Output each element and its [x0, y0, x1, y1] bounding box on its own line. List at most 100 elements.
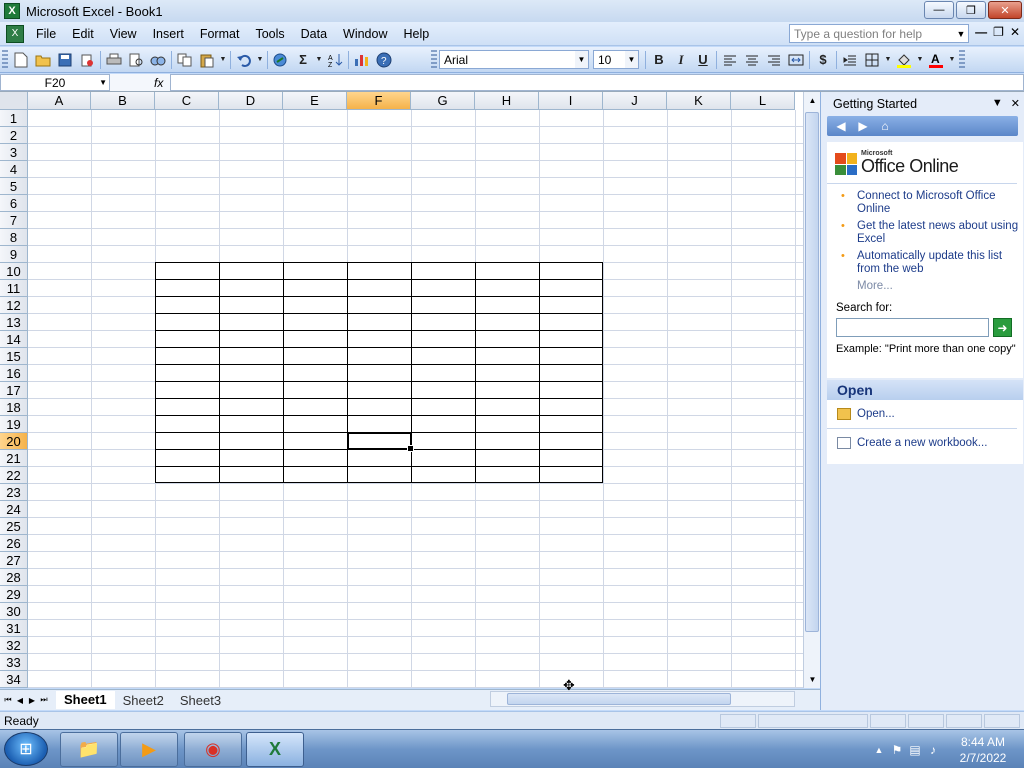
row-header-18[interactable]: 18 — [0, 399, 28, 416]
vertical-scrollbar[interactable]: ▲ ▼ — [803, 92, 820, 688]
row-header-10[interactable]: 10 — [0, 263, 28, 280]
font-name-dropdown-icon[interactable]: ▼ — [575, 51, 588, 68]
menu-help[interactable]: Help — [396, 27, 438, 41]
sort-ascending-icon[interactable]: AZ — [324, 49, 346, 71]
more-link[interactable]: More... — [857, 280, 1023, 292]
help-dropdown-icon[interactable]: ▼ — [954, 25, 968, 42]
task-pane-dropdown-icon[interactable]: ▼ — [992, 97, 1003, 110]
start-button[interactable]: ⊞ — [4, 732, 48, 766]
insert-function-icon[interactable]: fx — [154, 76, 170, 90]
new-workbook-link-text[interactable]: Create a new workbook... — [857, 437, 987, 449]
scroll-up-icon[interactable]: ▲ — [804, 92, 821, 109]
menu-edit[interactable]: Edit — [64, 27, 102, 41]
autosum-dropdown-icon[interactable]: ▼ — [314, 49, 324, 71]
row-header-25[interactable]: 25 — [0, 518, 28, 535]
formula-input[interactable] — [170, 74, 1024, 91]
home-icon[interactable]: ⌂ — [875, 118, 895, 134]
row-header-22[interactable]: 22 — [0, 467, 28, 484]
row-header-11[interactable]: 11 — [0, 280, 28, 297]
toolbar-grip[interactable] — [431, 49, 437, 70]
permission-icon[interactable] — [76, 49, 98, 71]
forward-icon[interactable]: ▶ — [853, 118, 873, 134]
name-box-dropdown-icon[interactable]: ▼ — [99, 78, 107, 87]
row-header-32[interactable]: 32 — [0, 637, 28, 654]
menu-file[interactable]: File — [28, 27, 64, 41]
row-header-19[interactable]: 19 — [0, 416, 28, 433]
scroll-down-icon[interactable]: ▼ — [804, 671, 821, 688]
column-header-j[interactable]: J — [603, 92, 667, 110]
open-folder-icon[interactable] — [32, 49, 54, 71]
undo-icon[interactable] — [233, 49, 255, 71]
font-size-select[interactable]: 10 ▼ — [593, 50, 639, 69]
row-header-9[interactable]: 9 — [0, 246, 28, 263]
column-header-f[interactable]: F — [347, 92, 411, 110]
link-text[interactable]: Get the latest news about using Excel — [857, 220, 1018, 245]
italic-button[interactable]: I — [670, 49, 692, 71]
horizontal-scroll-thumb[interactable] — [507, 693, 731, 705]
workbook-icon[interactable]: X — [6, 24, 24, 43]
row-header-7[interactable]: 7 — [0, 212, 28, 229]
select-all-corner[interactable] — [0, 92, 28, 110]
taskbar-explorer-icon[interactable]: 📁 — [60, 732, 118, 767]
workbook-minimize-button[interactable]: — — [975, 25, 987, 39]
column-header-d[interactable]: D — [219, 92, 283, 110]
row-header-31[interactable]: 31 — [0, 620, 28, 637]
undo-dropdown-icon[interactable]: ▼ — [255, 49, 265, 71]
action-center-flag-icon[interactable]: ⚑ — [888, 743, 906, 757]
row-header-1[interactable]: 1 — [0, 110, 28, 127]
sheet-tab-sheet2[interactable]: Sheet2 — [115, 691, 172, 709]
vertical-scroll-thumb[interactable] — [805, 112, 819, 632]
currency-button[interactable]: $ — [812, 49, 834, 71]
copy-icon[interactable] — [174, 49, 196, 71]
taskbar-excel-icon[interactable]: X — [246, 732, 304, 767]
row-header-4[interactable]: 4 — [0, 161, 28, 178]
active-cell[interactable] — [347, 432, 414, 452]
toolbar-grip[interactable] — [2, 49, 8, 70]
close-button[interactable]: ✕ — [988, 1, 1022, 19]
column-header-c[interactable]: C — [155, 92, 219, 110]
fill-color-dropdown-icon[interactable]: ▼ — [915, 49, 925, 71]
help-icon[interactable]: ? — [373, 49, 395, 71]
font-color-dropdown-icon[interactable]: ▼ — [947, 49, 957, 71]
align-center-icon[interactable] — [741, 49, 763, 71]
borders-icon[interactable] — [861, 49, 883, 71]
open-link-text[interactable]: Open... — [857, 408, 895, 420]
network-icon[interactable]: ▤ — [906, 743, 924, 757]
search-go-button[interactable]: ➜ — [993, 318, 1012, 337]
row-header-15[interactable]: 15 — [0, 348, 28, 365]
row-header-2[interactable]: 2 — [0, 127, 28, 144]
restore-button[interactable]: ❐ — [956, 1, 986, 19]
paste-icon[interactable] — [196, 49, 218, 71]
autosum-icon[interactable]: Σ — [292, 49, 314, 71]
row-header-23[interactable]: 23 — [0, 484, 28, 501]
menu-data[interactable]: Data — [293, 27, 335, 41]
increase-indent-icon[interactable] — [839, 49, 861, 71]
save-icon[interactable] — [54, 49, 76, 71]
align-left-icon[interactable] — [719, 49, 741, 71]
row-header-20[interactable]: 20 — [0, 433, 28, 450]
row-header-17[interactable]: 17 — [0, 382, 28, 399]
row-header-8[interactable]: 8 — [0, 229, 28, 246]
sheet-tab-sheet3[interactable]: Sheet3 — [172, 691, 229, 709]
row-header-24[interactable]: 24 — [0, 501, 28, 518]
column-header-k[interactable]: K — [667, 92, 731, 110]
menu-format[interactable]: Format — [192, 27, 248, 41]
menu-tools[interactable]: Tools — [247, 27, 292, 41]
taskbar-media-player-icon[interactable]: ▶ — [120, 732, 178, 767]
link-text[interactable]: Connect to Microsoft Office Online — [857, 190, 995, 215]
volume-icon[interactable]: ♪ — [924, 743, 942, 757]
row-header-26[interactable]: 26 — [0, 535, 28, 552]
bold-button[interactable]: B — [648, 49, 670, 71]
column-header-b[interactable]: B — [91, 92, 155, 110]
minimize-button[interactable]: — — [924, 1, 954, 19]
row-header-30[interactable]: 30 — [0, 603, 28, 620]
font-size-dropdown-icon[interactable]: ▼ — [625, 51, 638, 68]
link-auto-update[interactable]: • Automatically update this list from the… — [837, 250, 1023, 276]
row-header-21[interactable]: 21 — [0, 450, 28, 467]
next-sheet-icon[interactable]: ▶ — [26, 696, 38, 705]
new-workbook-link[interactable]: Create a new workbook... — [837, 437, 1023, 449]
row-header-5[interactable]: 5 — [0, 178, 28, 195]
row-header-6[interactable]: 6 — [0, 195, 28, 212]
hyperlink-icon[interactable] — [270, 49, 292, 71]
menu-view[interactable]: View — [102, 27, 145, 41]
